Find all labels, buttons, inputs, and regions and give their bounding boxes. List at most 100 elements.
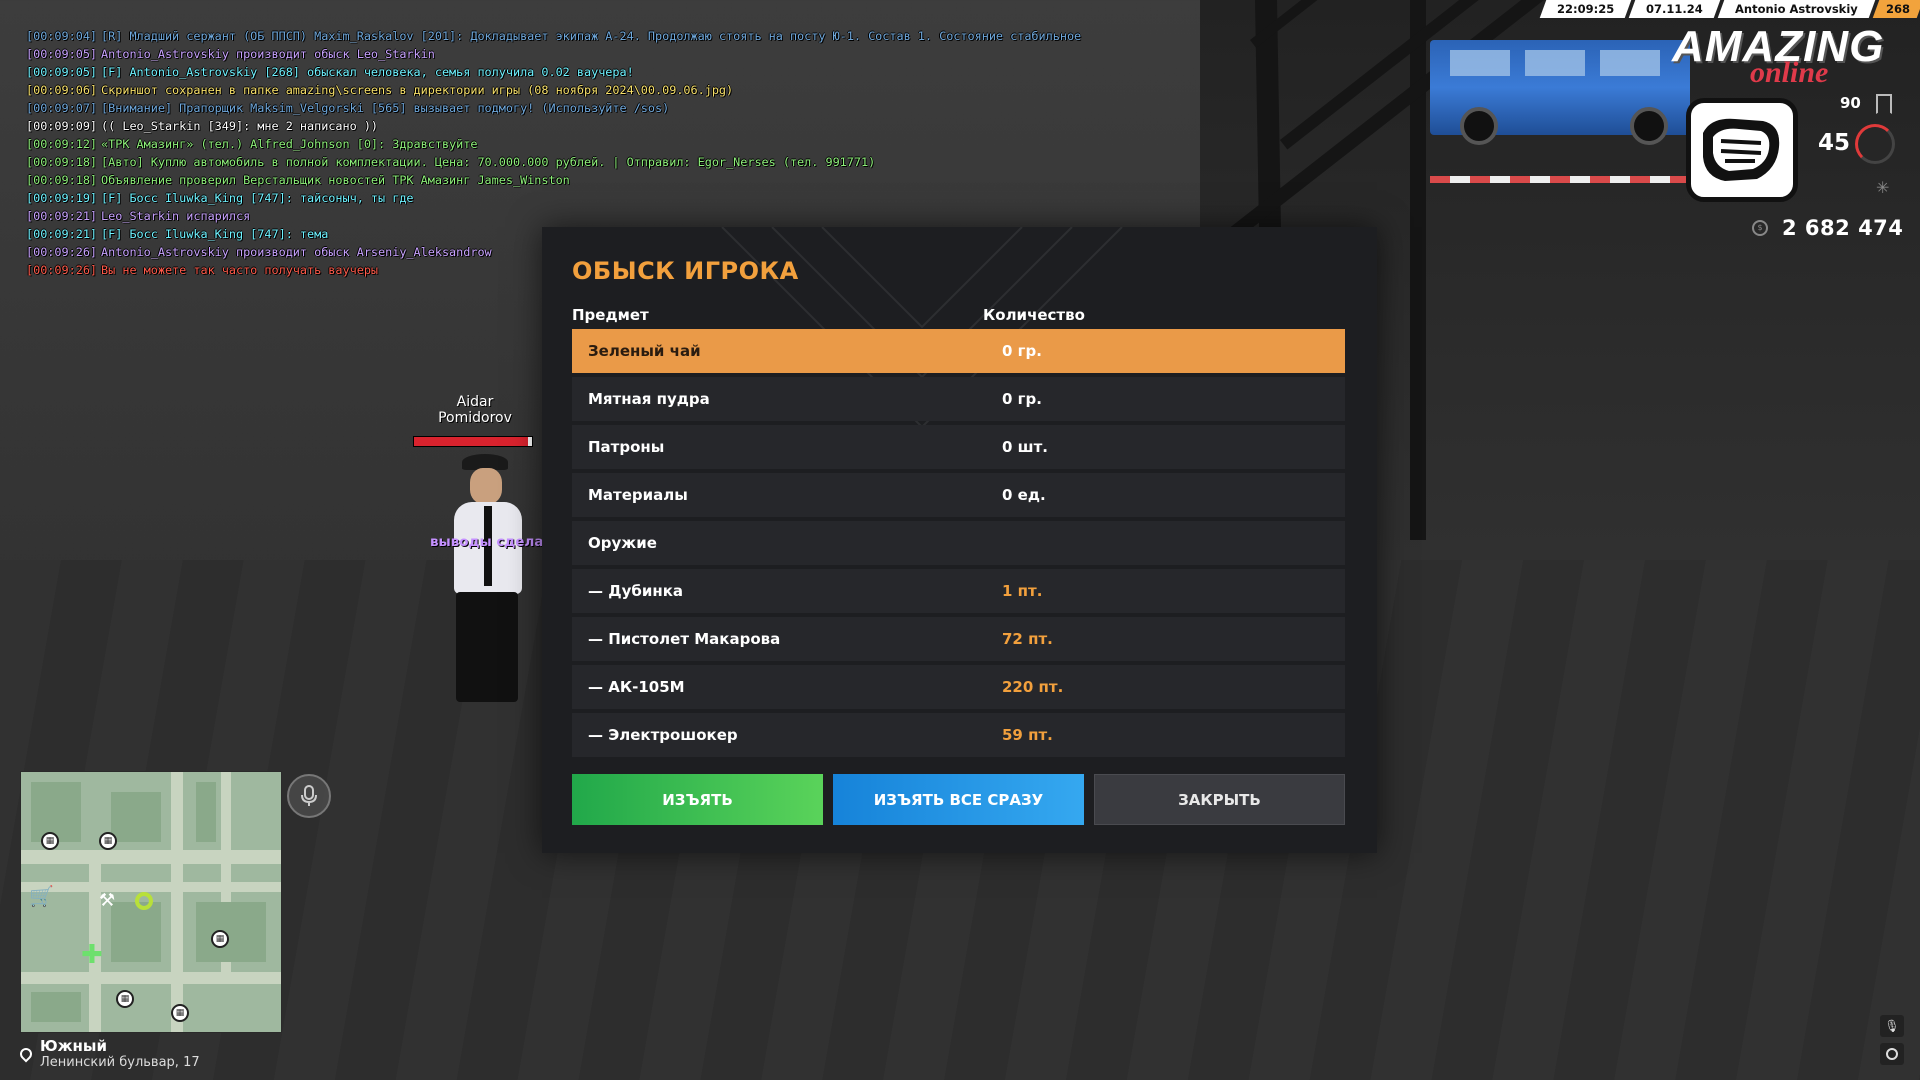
table-row[interactable]: Патроны 0 шт. [572, 425, 1345, 469]
chat-line: [00:09:18] [Авто] Куплю автомобиль в полн… [26, 153, 1081, 171]
map-marker-icon: ▦ [211, 930, 229, 948]
map-marker-icon: ▦ [116, 990, 134, 1008]
item-name: Зеленый чай [588, 342, 701, 360]
column-header-quantity: Количество [983, 306, 1085, 324]
district-name: Южный [40, 1037, 107, 1055]
chat-message: [Авто] Куплю автомобиль в полной комплек… [101, 155, 876, 169]
table-row[interactable]: Материалы 0 ед. [572, 473, 1345, 517]
dialog-title: ОБЫСК ИГРОКА [572, 257, 799, 285]
chat-message: [R] Младший сержант (ОБ ППСП) Maxim_Rask… [101, 29, 1082, 43]
chat-message: [F] Босс Iluwka_King [747]: тема [101, 227, 329, 241]
map-marker-icon: ▦ [171, 1004, 189, 1022]
chat-message: Antonio_Astrovskiy производит обыск Arse… [101, 245, 492, 259]
stat-value: 90 [1840, 94, 1861, 112]
chat-line: [00:09:19] [F] Босс Iluwka_King [747]: та… [26, 189, 1081, 207]
chat-timestamp: [00:09:26] [26, 263, 98, 277]
location-pin-icon [17, 1045, 35, 1062]
chat-message: (( Leo_Starkin [349]: мне 2 написано )) [101, 119, 379, 133]
chat-timestamp: [00:09:21] [26, 227, 98, 241]
table-row[interactable]: Оружие [572, 521, 1345, 565]
sparkle-icon: ✳ [1876, 178, 1890, 197]
chat-line: [00:09:05] [F] Antonio_Astrovskiy [268] о… [26, 63, 1081, 81]
shop-cart-icon: 🛒 [29, 884, 54, 908]
chat-timestamp: [00:09:21] [26, 209, 98, 223]
bus [1430, 40, 1690, 145]
chat-timestamp: [00:09:07] [26, 101, 98, 115]
chat-message: [F] Antonio_Astrovskiy [268] обыскал чел… [101, 65, 634, 79]
table-row[interactable]: — АК-105М 220 пт. [572, 665, 1345, 709]
top-info-bar: 22:09:25 07.11.24 Antonio Astrovskiy 268 [1539, 0, 1920, 18]
chat-timestamp: [00:09:19] [26, 191, 98, 205]
item-quantity: 0 ед. [1002, 486, 1046, 504]
chat-message: Объявление проверил Верстальщик новостей… [101, 173, 570, 187]
minimap[interactable]: ▦ ▦ ▦ ▦ ▦ 🛒 ✚ ⚒ [20, 771, 282, 1033]
health-ring-icon [1855, 124, 1895, 164]
health-value: 45 [1818, 130, 1851, 156]
fist-emblem-icon [1686, 98, 1798, 202]
chat-timestamp: [00:09:04] [26, 29, 98, 43]
table-row[interactable]: Мятная пудра 0 гр. [572, 377, 1345, 421]
hospital-cross-icon: ✚ [81, 940, 103, 970]
chat-message: [Внимание] Прапорщик Maksim_Velgorski [5… [101, 101, 670, 115]
item-name: — АК-105М [588, 678, 685, 696]
npc-health-bar [413, 436, 533, 447]
player-search-dialog: ОБЫСК ИГРОКА Предмет Количество Зеленый … [542, 227, 1377, 853]
chat-message: Leo_Starkin испарился [101, 209, 251, 223]
item-name: Патроны [588, 438, 665, 456]
chat-timestamp: [00:09:26] [26, 245, 98, 259]
item-name: Материалы [588, 486, 688, 504]
chat-line: [00:09:09](( Leo_Starkin [349]: мне 2 на… [26, 117, 1081, 135]
gym-dumbbell-icon: ⚒ [99, 890, 116, 911]
chat-line: [00:09:05] Antonio_Astrovskiy производит … [26, 45, 1081, 63]
settings-target-icon[interactable] [1880, 1043, 1904, 1065]
chat-message: Antonio_Astrovskiy производит обыск Leo_… [101, 47, 435, 61]
table-row[interactable]: — Дубинка 1 пт. [572, 569, 1345, 613]
table-row[interactable]: — Пистолет Макарова 72 пт. [572, 617, 1345, 661]
street-address: Ленинский бульвар, 17 [40, 1055, 200, 1070]
location-display: Южный Ленинский бульвар, 17 [17, 1037, 200, 1070]
map-marker-icon: ▦ [41, 832, 59, 850]
date: 07.11.24 [1629, 0, 1721, 18]
close-button[interactable]: ЗАКРЫТЬ [1094, 774, 1345, 825]
take-all-button[interactable]: ИЗЪЯТЬ ВСЕ СРАЗУ [833, 774, 1084, 825]
chat-message: [F] Босс Iluwka_King [747]: тайсоныч, ты… [101, 191, 414, 205]
table-row-selected[interactable]: Зеленый чай 0 гр. [572, 329, 1345, 373]
item-name: — Пистолет Макарова [588, 630, 781, 648]
item-quantity: 0 гр. [1002, 390, 1042, 408]
item-name: Оружие [588, 534, 657, 552]
money-display: $ 2 682 474 [1752, 216, 1903, 240]
item-quantity: 59 пт. [1002, 726, 1053, 744]
take-button[interactable]: ИЗЪЯТЬ [572, 774, 823, 825]
chat-message: «ТРК Амазинг» (тел.) Alfred_Johnson [0]:… [101, 137, 478, 151]
chat-line: [00:09:18] Объявление проверил Верстальщи… [26, 171, 1081, 189]
player-name: Antonio Astrovskiy [1717, 0, 1876, 18]
chat-line: [00:09:04] [R] Младший сержант (ОБ ППСП) … [26, 27, 1081, 45]
chat-timestamp: [00:09:06] [26, 83, 98, 97]
item-quantity: 1 пт. [1002, 582, 1043, 600]
voice-mic-icon[interactable]: 🎙 [1880, 1015, 1904, 1037]
table-row[interactable]: — Электрошокер 59 пт. [572, 713, 1345, 757]
item-quantity: 0 гр. [1002, 342, 1042, 360]
npc-nametag: Aidar Pomidorov [410, 394, 540, 426]
chat-line: [00:09:21] Leo_Starkin испарился [26, 207, 1081, 225]
microphone-button[interactable] [287, 774, 331, 818]
npc-character[interactable] [440, 452, 540, 712]
chat-timestamp: [00:09:18] [26, 155, 98, 169]
money-amount: 2 682 474 [1782, 216, 1904, 240]
npc-name-first: Aidar [456, 394, 494, 410]
chat-timestamp: [00:09:09] [26, 119, 98, 133]
barrier [1430, 176, 1690, 183]
server-logo: AMAZING online [1672, 22, 1885, 89]
chat-timestamp: [00:09:05] [26, 65, 98, 79]
chat-timestamp: [00:09:05] [26, 47, 98, 61]
chat-line: [00:09:12] «ТРК Амазинг» (тел.) Alfred_Jo… [26, 135, 1081, 153]
npc-name-last: Pomidorov [438, 410, 512, 426]
item-quantity: 0 шт. [1002, 438, 1048, 456]
item-name: Мятная пудра [588, 390, 710, 408]
item-quantity: 72 пт. [1002, 630, 1053, 648]
chat-timestamp: [00:09:12] [26, 137, 98, 151]
item-name: — Электрошокер [588, 726, 738, 744]
player-id: 268 [1872, 0, 1920, 18]
money-icon: $ [1752, 220, 1768, 236]
chat-timestamp: [00:09:18] [26, 173, 98, 187]
